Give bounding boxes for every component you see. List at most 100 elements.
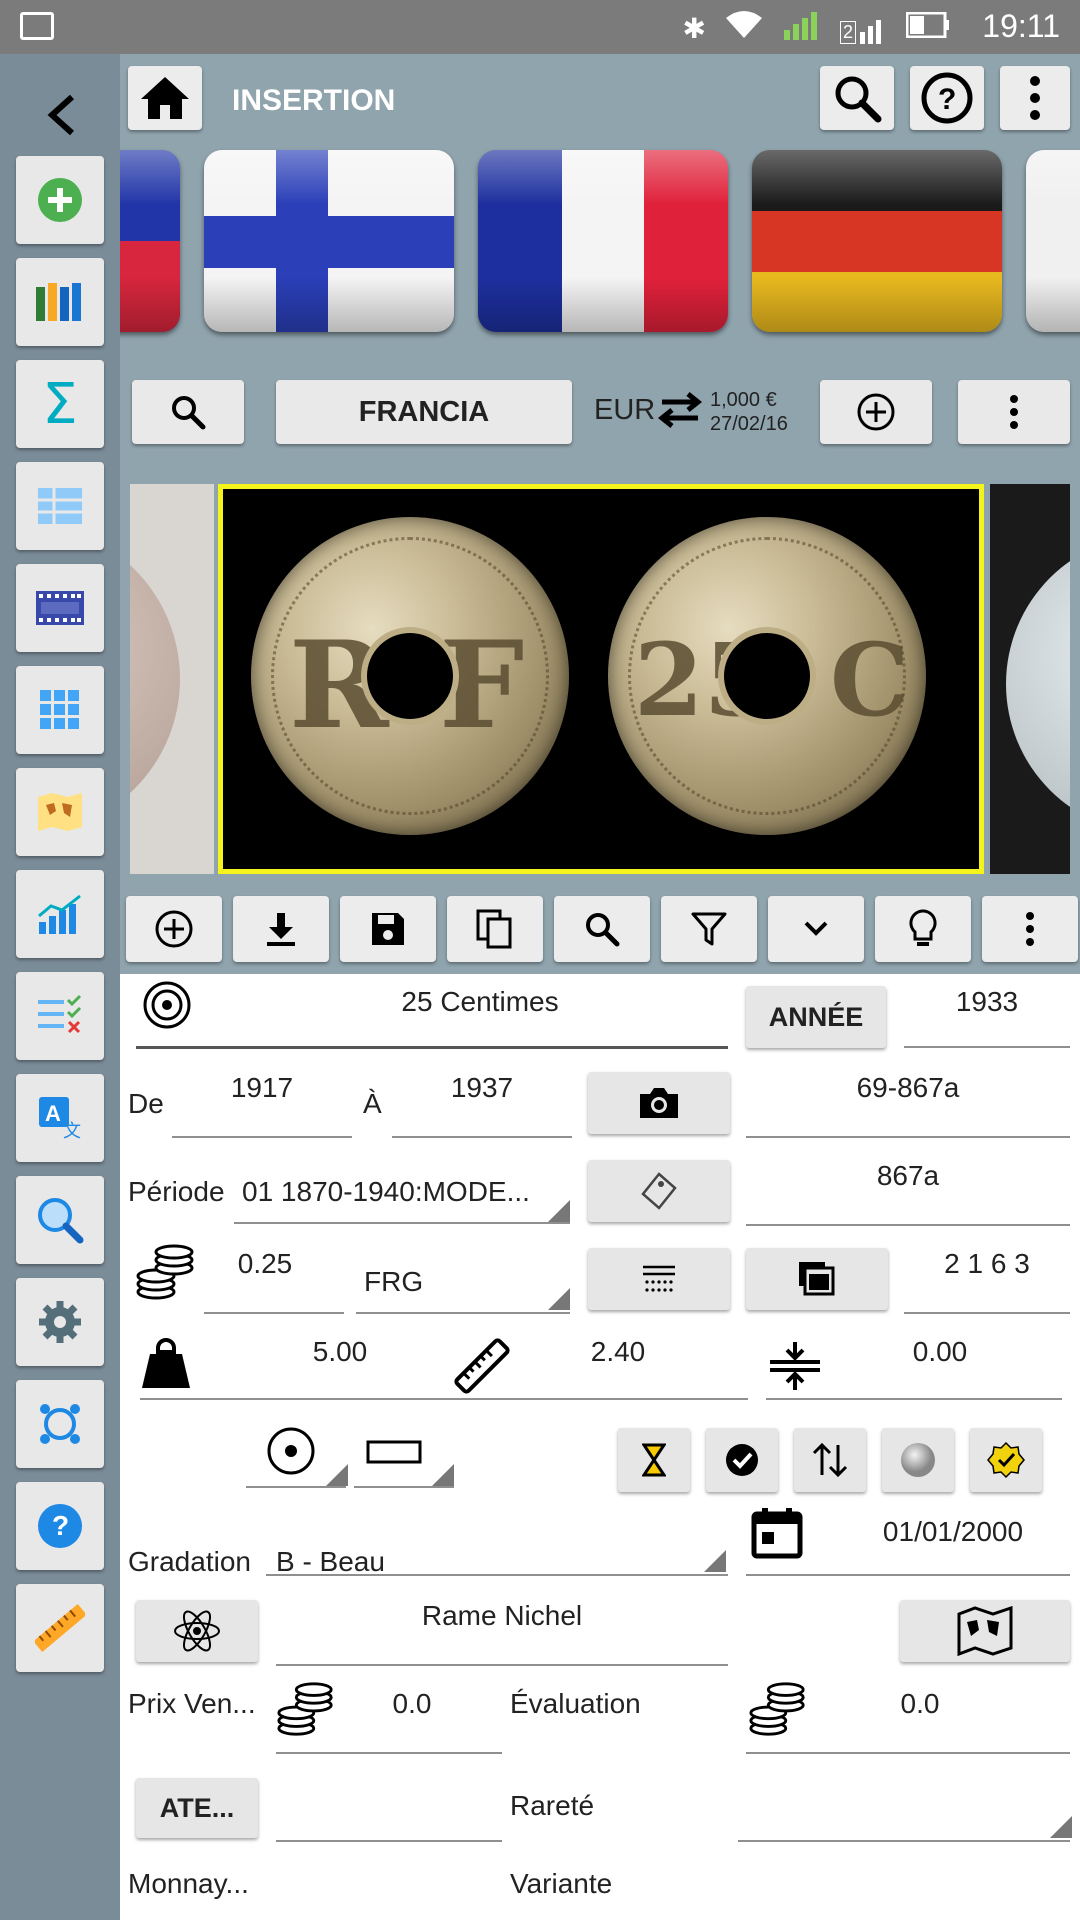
expand-button[interactable] (768, 896, 864, 962)
tips-button[interactable] (875, 896, 971, 962)
thickness-icon (768, 1340, 822, 1397)
clock: 19:11 (982, 8, 1060, 44)
year-button[interactable]: ANNÉE (746, 986, 886, 1048)
books-icon (36, 283, 81, 321)
header-help-button[interactable]: ? (910, 66, 984, 130)
size-input[interactable]: 2.40 (538, 1336, 698, 1368)
swap-arrows-icon[interactable] (656, 390, 704, 435)
to-year-input[interactable]: 1937 (392, 1072, 572, 1104)
download-button[interactable] (233, 896, 329, 962)
svg-text:A: A (45, 1101, 61, 1126)
flag-partial-left[interactable] (120, 150, 180, 332)
image-search-button[interactable] (554, 896, 650, 962)
metal-button[interactable] (882, 1428, 954, 1492)
coin-image-carousel[interactable]: R F 25 C (120, 470, 1080, 880)
ruler-button[interactable] (16, 1584, 104, 1672)
home-button[interactable] (128, 66, 202, 130)
sync-button[interactable] (16, 1380, 104, 1468)
back-button[interactable] (36, 90, 86, 140)
toolbar-overflow-menu[interactable] (982, 896, 1078, 962)
sort-button[interactable] (794, 1428, 866, 1492)
checked-button[interactable] (706, 1428, 778, 1492)
flag-france[interactable] (478, 150, 728, 332)
coins-stack-icon (134, 1240, 198, 1309)
coin-image-next[interactable] (990, 484, 1070, 874)
shape-round-select[interactable] (266, 1426, 316, 1481)
shape-rect-select[interactable] (366, 1440, 422, 1471)
country-selector-button[interactable]: FRANCIA (276, 380, 572, 444)
flag-partial-right[interactable] (1026, 150, 1080, 332)
weight-input[interactable]: 5.00 (240, 1336, 440, 1368)
download-icon (267, 913, 295, 946)
filter-button[interactable] (661, 896, 757, 962)
add-image-button[interactable] (126, 896, 222, 962)
checklist-button[interactable] (16, 972, 104, 1060)
calendar-icon[interactable] (750, 1506, 804, 1565)
grid-view-button[interactable] (16, 666, 104, 754)
region-map-button[interactable] (900, 1600, 1070, 1662)
verified-button[interactable] (970, 1428, 1042, 1492)
map-button[interactable] (16, 768, 104, 856)
svg-text:文: 文 (63, 1121, 81, 1141)
header-search-button[interactable] (820, 66, 894, 130)
coin-name-input[interactable]: 25 Centimes (210, 986, 750, 1018)
hourglass-button[interactable] (618, 1428, 690, 1492)
thickness-input[interactable]: 0.00 (840, 1336, 1040, 1368)
charts-button[interactable] (16, 870, 104, 958)
add-country-button[interactable] (820, 380, 932, 444)
camera-icon (640, 1088, 678, 1118)
list-format-button[interactable] (588, 1248, 730, 1310)
ate-button[interactable]: ATE... (136, 1778, 258, 1838)
flag-finland[interactable] (204, 150, 454, 332)
flag-germany[interactable] (752, 150, 1002, 332)
catalog-code-2-input[interactable]: 867a (746, 1160, 1070, 1192)
collection-button[interactable] (16, 258, 104, 346)
country-overflow-menu[interactable] (958, 380, 1070, 444)
help-button[interactable]: ? (16, 1482, 104, 1570)
copy-button[interactable] (447, 896, 543, 962)
evaluation-input[interactable]: 0.0 (850, 1688, 990, 1720)
exchange-rate-value: 1,000 € (710, 389, 777, 411)
save-button[interactable] (340, 896, 436, 962)
year-input[interactable]: 1933 (904, 986, 1070, 1018)
quantity-input[interactable]: 2 1 6 3 (904, 1248, 1070, 1280)
search-icon (586, 913, 620, 947)
country-bar: FRANCIA EUR 1,000 € 27/02/16 (120, 344, 1080, 470)
add-circle-outline-icon (857, 393, 895, 431)
film-view-button[interactable] (16, 564, 104, 652)
grid-icon (40, 690, 79, 729)
hourglass-icon (642, 1443, 666, 1477)
coin-image-selected[interactable]: R F 25 C (218, 484, 984, 874)
lightbulb-icon (909, 909, 937, 946)
currency-unit-select[interactable]: FRG (364, 1266, 423, 1298)
add-item-button[interactable] (16, 156, 104, 244)
from-year-input[interactable]: 1917 (172, 1072, 352, 1104)
header-overflow-menu[interactable] (1000, 66, 1070, 130)
search-button[interactable] (16, 1176, 104, 1264)
country-search-button[interactable] (132, 380, 244, 444)
statistics-sum-button[interactable]: Σ (16, 360, 104, 448)
world-map-icon (38, 793, 82, 831)
camera-button[interactable] (588, 1072, 730, 1134)
metal-input[interactable]: Rame Nichel (276, 1600, 728, 1632)
translate-button[interactable]: A文 (16, 1074, 104, 1162)
world-map-outline-icon (957, 1606, 1013, 1656)
date-input[interactable]: 01/01/2000 (836, 1516, 1070, 1548)
settings-button[interactable] (16, 1278, 104, 1366)
period-select[interactable]: 01 1870-1940:MODE... (242, 1176, 552, 1208)
gallery-notification-icon (20, 12, 54, 40)
coin-image-previous[interactable] (130, 484, 214, 874)
face-value-input[interactable]: 0.25 (204, 1248, 326, 1280)
composition-button[interactable] (136, 1600, 258, 1662)
bar-chart-icon (38, 894, 81, 934)
sort-arrows-icon (812, 1442, 848, 1478)
tag-button[interactable] (588, 1160, 730, 1222)
duplicates-button[interactable] (746, 1248, 888, 1310)
catalog-code-1-input[interactable]: 69-867a (746, 1072, 1070, 1104)
gear-icon (39, 1301, 81, 1343)
rectangle-shape-icon (366, 1440, 422, 1464)
table-view-button[interactable] (16, 462, 104, 550)
sale-price-input[interactable]: 0.0 (346, 1688, 478, 1720)
coin-type-icon[interactable] (142, 980, 192, 1035)
flags-carousel[interactable] (120, 144, 1080, 344)
